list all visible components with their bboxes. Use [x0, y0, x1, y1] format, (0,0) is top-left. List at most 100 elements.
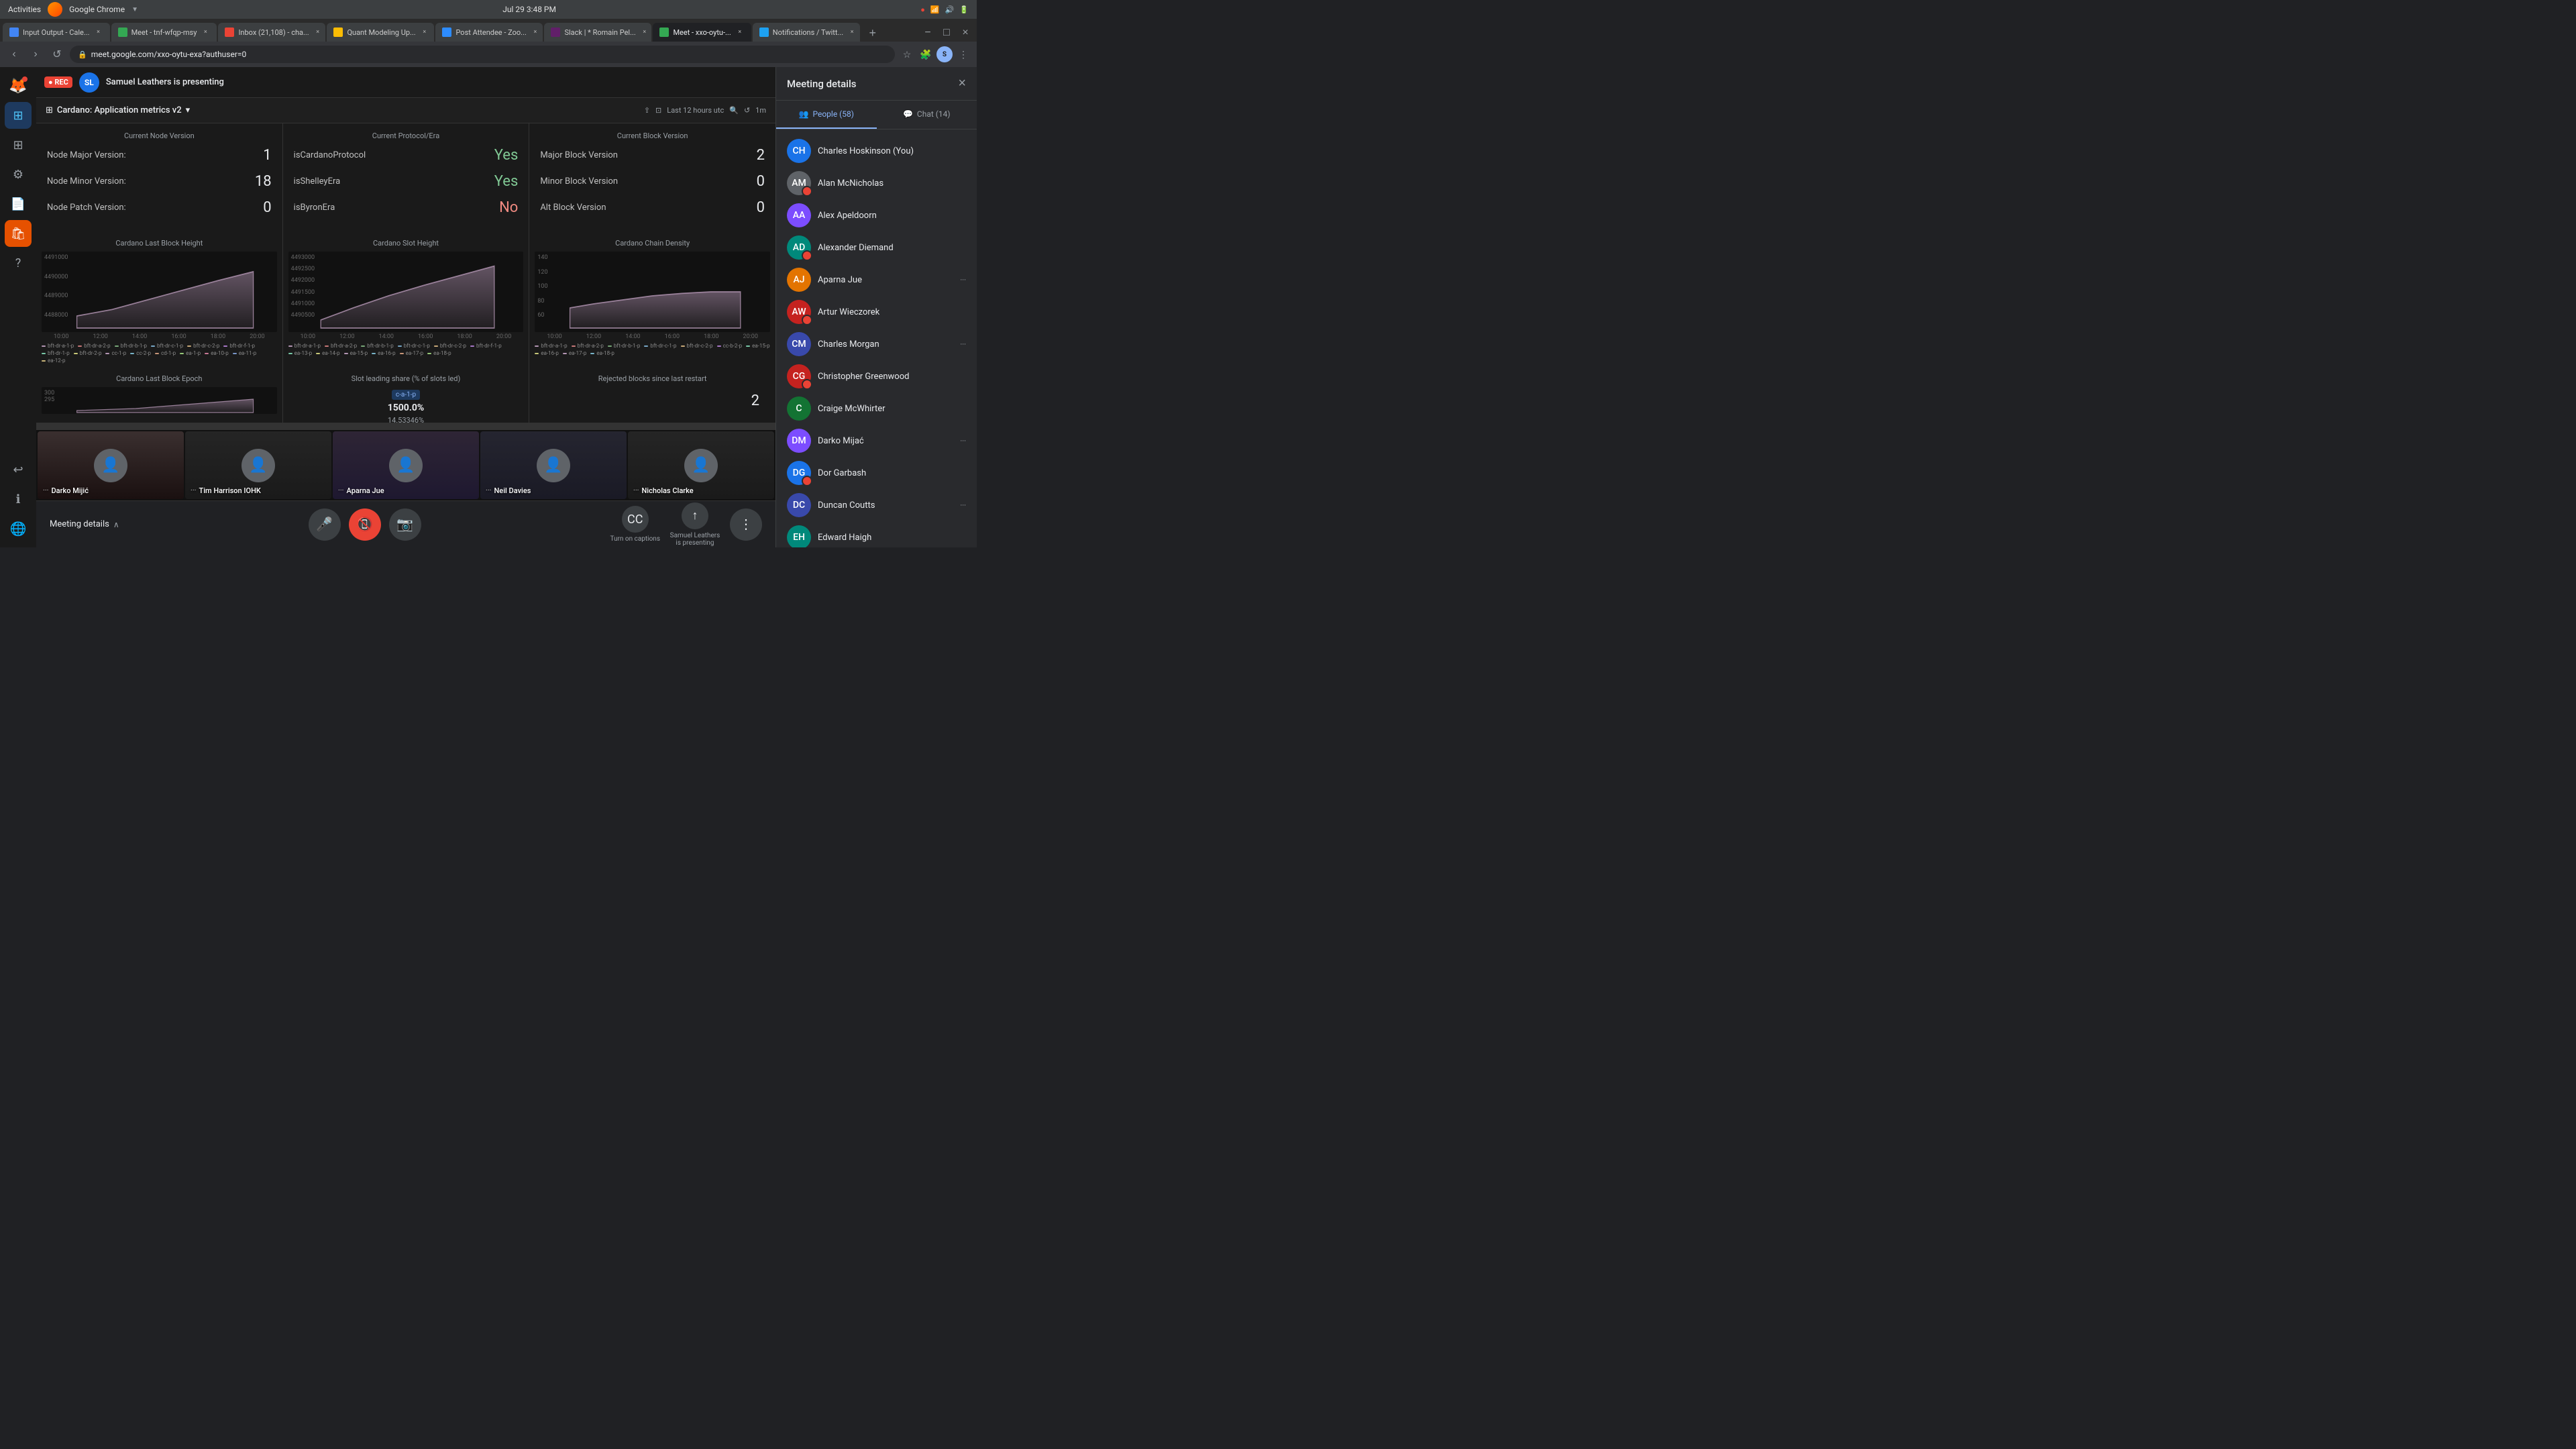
person-alexander-diemand[interactable]: AD Alexander Diemand	[776, 231, 977, 264]
forward-button[interactable]: ›	[27, 46, 44, 63]
chart-4-svg	[42, 387, 277, 414]
tab-3-close[interactable]: ×	[313, 28, 323, 37]
activities-label[interactable]: Activities	[8, 5, 41, 14]
bottom-center: 🎤 📵 📷	[309, 508, 421, 541]
person-darko-mijac[interactable]: DM Darko Mijać ···	[776, 425, 977, 457]
extensions-icon[interactable]: 🧩	[918, 46, 934, 62]
person-charles-hoskinson[interactable]: CH Charles Hoskinson (You)	[776, 135, 977, 167]
sidebar-icon-grid[interactable]: ⊞	[5, 131, 32, 158]
person-alex-apeldoorn[interactable]: AA Alex Apeldoorn	[776, 199, 977, 231]
tab-7-close[interactable]: ×	[735, 28, 745, 37]
browser-dropdown-icon[interactable]: ▼	[131, 6, 138, 13]
tab-people[interactable]: 👥 People (58)	[776, 101, 877, 129]
sidebar-icon-chrome[interactable]: 🌐	[5, 515, 32, 542]
presenting-control[interactable]: ↑ Samuel Leathers is presenting	[668, 502, 722, 547]
dashboard-tv-icon[interactable]: ⊡	[655, 106, 661, 115]
video-tile-tim[interactable]: 👤 ··· Tim Harrison IOHK	[185, 431, 331, 499]
tab-5[interactable]: Post Attendee - Zoo... ×	[435, 23, 543, 42]
person-duncan-coutts[interactable]: DC Duncan Coutts ···	[776, 489, 977, 521]
tab-3[interactable]: Inbox (21,108) - cha... ×	[218, 23, 325, 42]
tab-4[interactable]: Quant Modeling Up... ×	[327, 23, 434, 42]
person-silhouette-darko: 👤	[94, 449, 127, 482]
sidebar-icon-info[interactable]: ℹ	[5, 486, 32, 513]
video-tile-aparna[interactable]: 👤 ··· Aparna Jue	[333, 431, 479, 499]
close-button[interactable]: ×	[957, 24, 974, 42]
dashboard: ⊞ Cardano: Application metrics v2 ▾ ⇪ ⊡ …	[36, 98, 775, 547]
tab-8-label: Notifications / Twitt...	[773, 28, 843, 37]
captions-control[interactable]: CC Turn on captions	[610, 506, 660, 543]
tab-4-close[interactable]: ×	[420, 28, 429, 37]
tab-8-close[interactable]: ×	[847, 28, 857, 37]
tab-1[interactable]: Input Output - Cale... ×	[3, 23, 110, 42]
address-bar[interactable]: 🔒 meet.google.com/xxo-oytu-exa?authuser=…	[70, 46, 895, 63]
metric-row-shelley: isShelleyEra Yes	[294, 173, 519, 190]
reload-button[interactable]: ↺	[48, 46, 66, 63]
tab-1-label: Input Output - Cale...	[23, 28, 90, 37]
maximize-button[interactable]: □	[938, 24, 955, 42]
chart-3-legend: bft-dr-a-1-p bft-dr-a-2-p bft-dr-b-1-p b…	[535, 343, 770, 356]
person-aparna-jue[interactable]: AJ Aparna Jue ···	[776, 264, 977, 296]
bookmark-icon[interactable]: ☆	[899, 46, 915, 62]
tab-2[interactable]: Meet - tnf-wfqp-msy ×	[111, 23, 217, 42]
tab-5-favicon	[442, 28, 451, 37]
metric-row-patch: Node Patch Version: 0	[47, 199, 272, 216]
end-call-button[interactable]: 📵	[349, 508, 381, 541]
dashboard-search-icon[interactable]: 🔍	[729, 106, 739, 115]
minimize-button[interactable]: −	[919, 24, 936, 42]
person-christopher-greenwood[interactable]: CG Christopher Greenwood	[776, 360, 977, 392]
neil-name-text: Neil Davies	[494, 486, 531, 495]
menu-button[interactable]: ⋮	[955, 46, 971, 62]
video-tile-neil[interactable]: 👤 ··· Neil Davies	[480, 431, 627, 499]
sidebar-icon-firefox[interactable]: 🦊	[5, 72, 32, 99]
protocol-era-header: Current Protocol/Era	[294, 131, 519, 140]
person-artur-wieczorek[interactable]: AW Artur Wieczorek	[776, 296, 977, 328]
tab-6-close[interactable]: ×	[640, 28, 649, 37]
darko-name-text: Darko Mijić	[52, 486, 89, 495]
video-tile-nicholas[interactable]: 👤 ··· Nicholas Clarke	[628, 431, 774, 499]
dashboard-refresh-icon[interactable]: ↺	[744, 106, 750, 115]
profile-avatar[interactable]: S	[936, 46, 953, 62]
panel-close-button[interactable]: ×	[958, 76, 966, 91]
avatar-charles-hoskinson: CH	[787, 139, 811, 163]
person-charles-morgan[interactable]: CM Charles Morgan ···	[776, 328, 977, 360]
person-alan-mcnicholas[interactable]: AM Alan McNicholas	[776, 167, 977, 199]
mic-button[interactable]: 🎤	[309, 508, 341, 541]
tab-1-close[interactable]: ×	[94, 28, 103, 37]
chart-2-x-labels: 10:0012:0014:0016:0018:0020:00	[288, 333, 524, 340]
sidebar-icon-bag[interactable]: 🛍	[5, 220, 32, 247]
tab-6[interactable]: Slack | * Romain Pel... ×	[544, 23, 651, 42]
browser-window: Input Output - Cale... × Meet - tnf-wfqp…	[0, 19, 977, 547]
meeting-details-chevron[interactable]: ∧	[113, 520, 119, 529]
new-tab-button[interactable]: +	[864, 24, 881, 42]
presenting-label-bottom: Samuel Leathers is presenting	[668, 532, 722, 547]
video-tile-darko[interactable]: 👤 ··· Darko Mijić	[38, 431, 184, 499]
more-button[interactable]: ⋮	[730, 508, 762, 541]
back-button[interactable]: ‹	[5, 46, 23, 63]
sidebar-icon-settings[interactable]: ⚙	[5, 161, 32, 188]
tab-5-close[interactable]: ×	[531, 28, 540, 37]
sidebar-icon-help[interactable]: ?	[5, 250, 32, 276]
duncan-status-dots: ···	[960, 501, 966, 510]
person-dor-garbash[interactable]: DG Dor Garbash	[776, 457, 977, 489]
tab-7[interactable]: Meet - xxo-oytu-... ×	[653, 23, 751, 42]
person-silhouette-nicholas: 👤	[684, 449, 718, 482]
major-block-value: 2	[757, 147, 765, 164]
dashboard-share-icon[interactable]: ⇪	[644, 106, 650, 115]
dashboard-dropdown-icon[interactable]: ▾	[186, 105, 191, 115]
camera-button[interactable]: 📷	[389, 508, 421, 541]
sidebar-icon-home[interactable]: ⊞	[5, 102, 32, 129]
tab-6-label: Slack | * Romain Pel...	[564, 28, 635, 37]
person-craige-mcwhirter[interactable]: C Craige McWhirter	[776, 392, 977, 425]
tab-chat[interactable]: 💬 Chat (14)	[877, 101, 977, 129]
dashboard-grid-icon: ⊞	[46, 105, 53, 115]
person-edward-haigh[interactable]: EH Edward Haigh	[776, 521, 977, 547]
tab-8[interactable]: Notifications / Twitt... ×	[753, 23, 860, 42]
chart-4-y-labels: 300 295	[44, 390, 54, 400]
sidebar-icon-exit[interactable]: ↩	[5, 456, 32, 483]
metric-row-alt-block: Alt Block Version 0	[540, 199, 765, 216]
panel-header: Meeting details ×	[776, 67, 977, 101]
datetime-label: Jul 29 3:48 PM	[502, 5, 556, 14]
tab-2-close[interactable]: ×	[201, 28, 210, 37]
node-patch-label: Node Patch Version:	[47, 203, 126, 213]
sidebar-icon-doc[interactable]: 📄	[5, 191, 32, 217]
